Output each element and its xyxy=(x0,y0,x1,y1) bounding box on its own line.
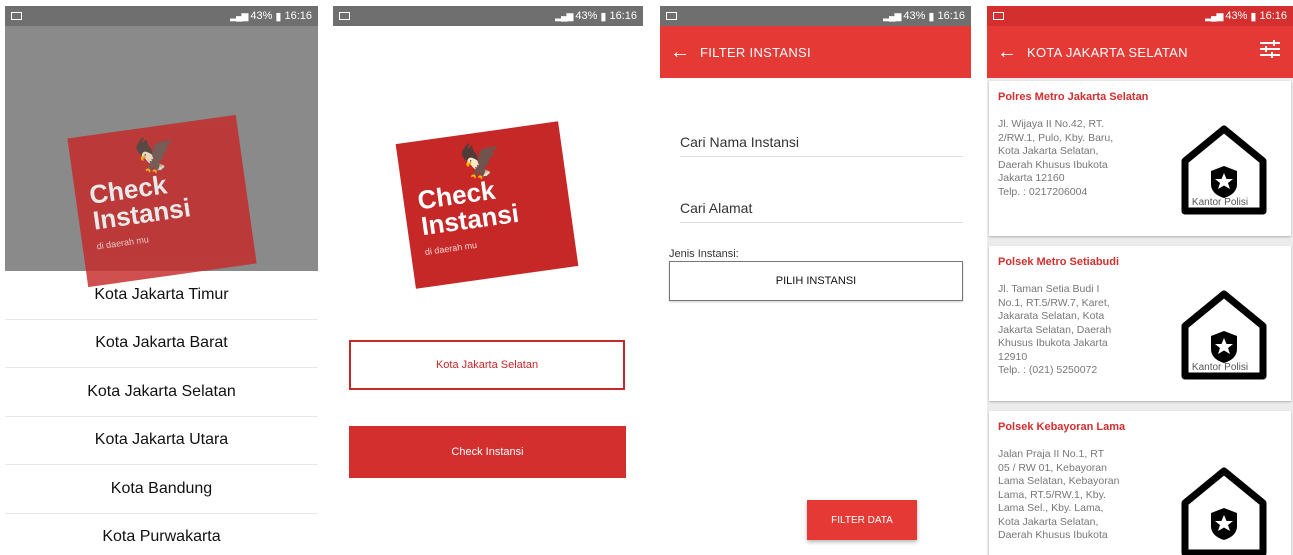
type-label: Jenis Instansi: xyxy=(669,248,739,260)
city-item[interactable]: Kota Jakarta Barat xyxy=(5,320,318,368)
address-line: No.1, RT.5/RW.7, Karet, xyxy=(998,296,1110,309)
results-list: Polres Metro Jakarta Selatan Jl. Wijaya … xyxy=(987,78,1293,555)
clock-text: 16:16 xyxy=(284,10,312,22)
institution-address: Jl. Taman Setia Budi I No.1, RT.5/RW.7, … xyxy=(998,283,1148,378)
address-line: Daerah Khusus Ibukota xyxy=(998,529,1108,541)
screen-filter: ▂▄▆ 43% ▮ 16:16 ← FILTER INSTANSI Cari N… xyxy=(660,6,971,555)
city-item[interactable]: Kota Purwakarta xyxy=(5,514,318,555)
status-bar: ▂▄▆ 43% ▮ 16:16 xyxy=(987,6,1293,26)
clock-text: 16:16 xyxy=(609,10,637,22)
battery-icon: ▮ xyxy=(1250,10,1257,23)
result-card[interactable]: Polsek Kebayoran Lama Jalan Praja II No.… xyxy=(989,411,1291,555)
status-bar: ▂▄▆ 43% ▮ 16:16 xyxy=(5,6,318,26)
city-item[interactable]: Kota Jakarta Timur xyxy=(5,271,318,320)
gallery-icon xyxy=(339,12,350,20)
address-line: Lama Sel., Kby. Lama, xyxy=(998,502,1104,514)
address-line: Lama Selatan, Kebayoran xyxy=(998,475,1120,487)
city-item[interactable]: Kota Jakarta Selatan xyxy=(5,368,318,417)
address-search-input[interactable]: Cari Alamat xyxy=(680,200,963,223)
toolbar: ← KOTA JAKARTA SELATAN xyxy=(987,26,1293,78)
status-bar: ▂▄▆ 43% ▮ 16:16 xyxy=(660,6,971,26)
logo-tagline: di daerah mu xyxy=(424,239,478,258)
address-line: Jalan Praja II No.1, RT xyxy=(998,448,1105,460)
clock-text: 16:16 xyxy=(1259,10,1287,22)
app-logo: 🦅 Check Instansi di daerah mu xyxy=(67,114,257,288)
battery-icon: ▮ xyxy=(275,10,282,23)
screen-results: ▂▄▆ 43% ▮ 16:16 ← KOTA JAKARTA SELATAN P… xyxy=(987,6,1293,555)
signal-icon: ▂▄▆ xyxy=(555,10,573,21)
battery-text: 43% xyxy=(903,10,926,22)
gallery-icon xyxy=(11,12,22,20)
address-line: Kota Jakarta Selatan, xyxy=(998,145,1099,157)
battery-text: 43% xyxy=(1225,10,1248,22)
select-type-button[interactable]: PILIH INSTANSI xyxy=(669,261,963,301)
institution-name: Polsek Kebayoran Lama xyxy=(998,421,1126,433)
result-card[interactable]: Polsek Metro Setiabudi Jl. Taman Setia B… xyxy=(989,246,1291,401)
address-line: Jl. Taman Setia Budi I xyxy=(998,283,1100,295)
institution-address: Jalan Praja II No.1, RT 05 / RW 01, Keba… xyxy=(998,448,1148,543)
institution-phone: Telp. : 0217206004 xyxy=(998,185,1088,198)
address-line: 2/RW.1, Pulo, Kby. Baru, xyxy=(998,131,1114,144)
address-line: 12910 xyxy=(998,350,1028,363)
address-line: Jakarta Selatan, Daerah xyxy=(998,323,1112,336)
result-card[interactable]: Polres Metro Jakarta Selatan Jl. Wijaya … xyxy=(989,81,1291,236)
battery-icon: ▮ xyxy=(600,10,607,23)
signal-icon: ▂▄▆ xyxy=(1205,10,1223,21)
gallery-icon xyxy=(666,12,677,20)
police-station-icon xyxy=(1181,467,1267,555)
address-line: Lama, RT.5/RW.1, Kby. xyxy=(998,488,1106,501)
institution-type: Kantor Polisi xyxy=(1191,197,1249,208)
institution-address: Jl. Wijaya II No.42, RT. 2/RW.1, Pulo, K… xyxy=(998,118,1148,199)
city-item[interactable]: Kota Jakarta Utara xyxy=(5,417,318,465)
address-line: Kota Jakarta Selatan, xyxy=(998,515,1099,528)
battery-text: 43% xyxy=(575,10,598,22)
filter-data-button[interactable]: FILTER DATA xyxy=(807,500,917,540)
filter-sliders-icon[interactable] xyxy=(1259,39,1281,65)
address-line: 05 / RW 01, Kebayoran xyxy=(998,461,1107,474)
app-logo: 🦅 Check Instansi di daerah mu xyxy=(395,121,579,289)
city-list: Kota Jakarta Timur Kota Jakarta Barat Ko… xyxy=(5,271,318,555)
clock-text: 16:16 xyxy=(937,10,965,22)
address-line: Daerah Khusus Ibukota xyxy=(998,158,1108,171)
institution-name: Polres Metro Jakarta Selatan xyxy=(998,91,1149,103)
logo-tagline: di daerah mu xyxy=(96,234,150,252)
gallery-icon xyxy=(993,12,1004,20)
address-line: Jakarata Selatan, Kota xyxy=(998,310,1105,322)
toolbar-title: FILTER INSTANSI xyxy=(700,44,811,60)
back-arrow-icon[interactable]: ← xyxy=(660,41,700,64)
city-item[interactable]: Kota Bandung xyxy=(5,465,318,514)
institution-name: Polsek Metro Setiabudi xyxy=(998,256,1120,268)
signal-icon: ▂▄▆ xyxy=(230,10,248,21)
address-line: Khusus Ibukota Jakarta xyxy=(998,337,1108,349)
signal-icon: ▂▄▆ xyxy=(883,10,901,21)
toolbar-title: KOTA JAKARTA SELATAN xyxy=(1027,44,1188,60)
battery-icon: ▮ xyxy=(928,10,935,23)
address-line: Jl. Wijaya II No.42, RT. xyxy=(998,118,1105,130)
back-arrow-icon[interactable]: ← xyxy=(987,41,1027,64)
screen-city-list: ▂▄▆ 43% ▮ 16:16 🦅 Check Instansi di daer… xyxy=(5,6,318,555)
name-search-input[interactable]: Cari Nama Instansi xyxy=(680,134,963,157)
city-select-button[interactable]: Kota Jakarta Selatan xyxy=(349,340,625,390)
status-bar: ▂▄▆ 43% ▮ 16:16 xyxy=(333,6,643,26)
battery-text: 43% xyxy=(250,10,273,22)
address-line: Jakarta 12160 xyxy=(998,172,1065,184)
screen-home: ▂▄▆ 43% ▮ 16:16 🦅 Check Instansi di daer… xyxy=(333,6,643,555)
institution-phone: Telp. : (021) 5250072 xyxy=(998,364,1098,376)
check-instansi-button[interactable]: Check Instansi xyxy=(349,426,626,478)
institution-type: Kantor Polisi xyxy=(1191,362,1249,373)
toolbar: ← FILTER INSTANSI xyxy=(660,26,971,78)
